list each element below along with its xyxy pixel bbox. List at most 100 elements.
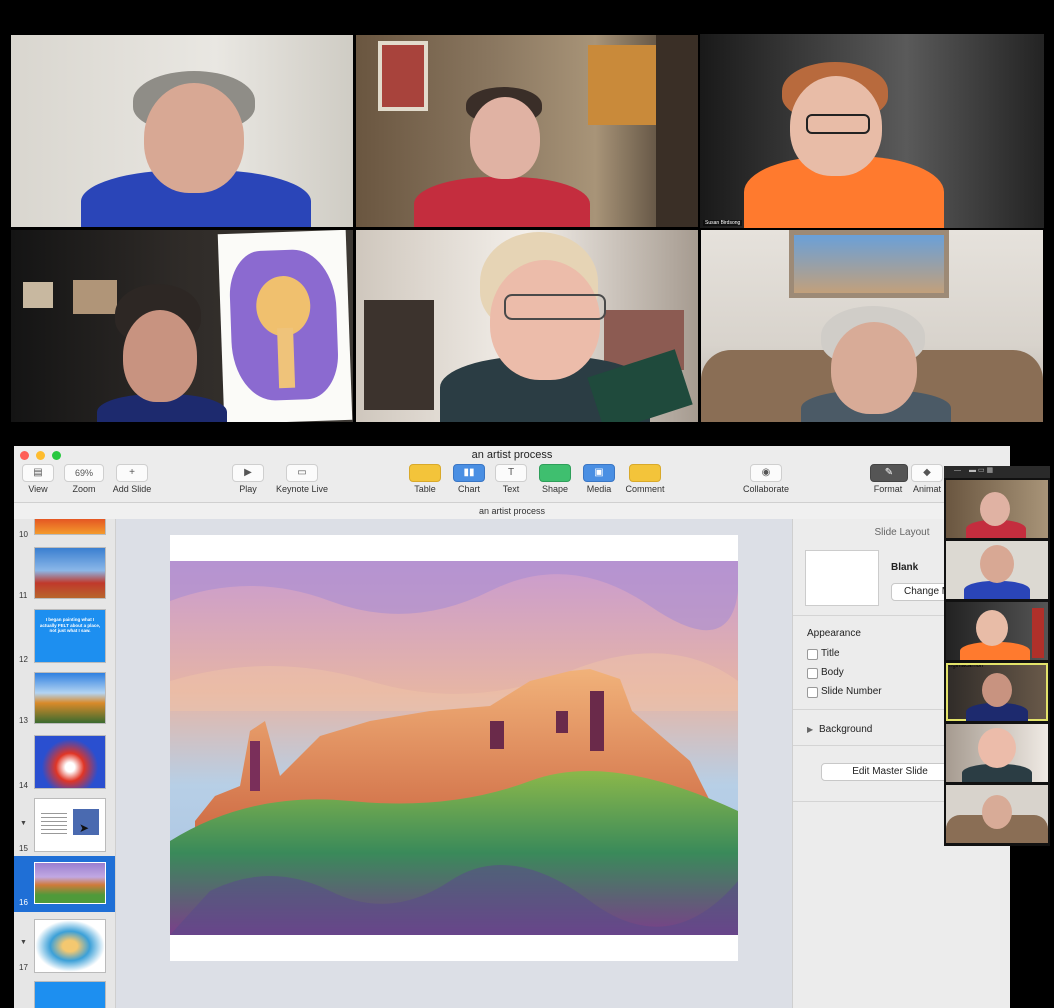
edit-master-slide-button[interactable]: Edit Master Slide bbox=[821, 763, 959, 781]
participant-face bbox=[470, 97, 540, 179]
slide-thumbnail bbox=[34, 672, 106, 724]
slide-thumbnail-row[interactable]: I began painting what I actually FELT ab… bbox=[14, 609, 115, 665]
slide-number: 16 bbox=[19, 898, 28, 907]
slide-thumbnail bbox=[34, 519, 106, 535]
appearance-heading: Appearance bbox=[807, 628, 861, 639]
slide-thumbnail-row[interactable]: 14 bbox=[14, 735, 115, 791]
format-button[interactable]: ✎ Format bbox=[870, 464, 908, 494]
slide-thumbnail: ➤ bbox=[34, 798, 106, 852]
slide-canvas[interactable] bbox=[116, 519, 792, 1008]
slide-thumbnail-text: I began painting what I actually FELT ab… bbox=[39, 617, 101, 633]
participant-name-label: virginiacarrion bbox=[946, 663, 984, 669]
keynote-live-button[interactable]: ▭ Keynote Live bbox=[272, 464, 332, 494]
slide-thumbnail-row-selected[interactable]: 16 bbox=[14, 856, 115, 912]
slide-number: 11 bbox=[19, 591, 28, 600]
shape-button[interactable]: Shape bbox=[536, 464, 574, 494]
keynote-window: an artist process ▤ View 69% Zoom + Add Sli… bbox=[14, 446, 1010, 1008]
slide-number: 13 bbox=[19, 716, 28, 725]
slide-number: 10 bbox=[19, 530, 28, 539]
participant-strip: — ▬ ▭ ▦ virginiacarrion bbox=[944, 466, 1050, 846]
disclosure-triangle-icon[interactable]: ▶ bbox=[807, 725, 813, 734]
slide-thumbnail-row[interactable]: ▼ ➤ 15 bbox=[14, 798, 115, 856]
view-icon: ▤ bbox=[22, 464, 54, 482]
text-button[interactable]: T Text bbox=[493, 464, 529, 494]
slide-thumbnail-row[interactable] bbox=[14, 981, 115, 1008]
add-slide-button[interactable]: + Add Slide bbox=[110, 464, 154, 494]
slide-number: 17 bbox=[19, 963, 28, 972]
zoom-value: 69% bbox=[64, 464, 104, 482]
wall-picture bbox=[378, 41, 428, 111]
video-tile-5[interactable] bbox=[356, 230, 698, 422]
toolbar: ▤ View 69% Zoom + Add Slide ▶ Play ▭ Keynote … bbox=[14, 464, 1010, 500]
slide-thumbnail bbox=[34, 981, 106, 1008]
collaborate-button[interactable]: ◉ Collaborate bbox=[736, 464, 796, 494]
master-slide-preview[interactable] bbox=[805, 550, 879, 606]
animate-button[interactable]: ◆ Animat bbox=[910, 464, 944, 494]
document-title-bar: an artist process bbox=[14, 502, 1010, 520]
animate-icon: ◆ bbox=[911, 464, 943, 482]
slide-navigator: 10 11 I began painting what I actually F… bbox=[14, 519, 116, 1008]
wall-artwork bbox=[23, 282, 53, 308]
eyeglasses bbox=[806, 114, 870, 134]
participant-face bbox=[123, 310, 197, 402]
strip-tile[interactable] bbox=[946, 602, 1048, 660]
video-tile-2[interactable] bbox=[356, 35, 698, 227]
body-checkbox[interactable] bbox=[807, 668, 818, 679]
chart-button[interactable]: ▮▮ Chart bbox=[450, 464, 488, 494]
participant-face bbox=[144, 83, 244, 193]
video-tile-4[interactable] bbox=[11, 230, 353, 422]
title-checkbox[interactable] bbox=[807, 649, 818, 660]
video-tile-active-speaker[interactable]: Susan Birdsong bbox=[700, 34, 1044, 228]
shape-icon bbox=[539, 464, 571, 482]
play-icon: ▶ bbox=[232, 464, 264, 482]
slide-thumbnail bbox=[34, 735, 106, 789]
keynote-live-icon: ▭ bbox=[286, 464, 318, 482]
strip-controls[interactable]: — ▬ ▭ ▦ bbox=[944, 466, 1050, 478]
video-tile-1[interactable] bbox=[11, 35, 353, 227]
current-slide[interactable] bbox=[170, 535, 738, 961]
zoom-menu[interactable]: 69% Zoom bbox=[64, 464, 104, 494]
view-button[interactable]: ▤ View bbox=[20, 464, 56, 494]
participant-name-label: Susan Birdsong bbox=[703, 220, 743, 226]
slide-thumbnail bbox=[34, 547, 106, 599]
strip-tile[interactable] bbox=[946, 480, 1048, 538]
text-icon: T bbox=[495, 464, 527, 482]
slide-thumbnail-row[interactable]: ▼ 17 bbox=[14, 919, 115, 975]
eyeglasses bbox=[504, 294, 606, 320]
strip-tile[interactable] bbox=[946, 785, 1048, 843]
slide-thumbnail-row[interactable]: 13 bbox=[14, 672, 115, 728]
collaborate-icon: ◉ bbox=[750, 464, 782, 482]
comment-button[interactable]: Comment bbox=[622, 464, 668, 494]
slide-number: 15 bbox=[19, 844, 28, 853]
strip-tile[interactable] bbox=[946, 724, 1048, 782]
strip-tile[interactable] bbox=[946, 541, 1048, 599]
wall-artwork bbox=[73, 280, 117, 314]
background-section[interactable]: Background bbox=[819, 724, 872, 735]
bookshelf bbox=[656, 35, 698, 227]
chart-icon: ▮▮ bbox=[453, 464, 485, 482]
slide-number: 14 bbox=[19, 781, 28, 790]
table-button[interactable]: Table bbox=[406, 464, 444, 494]
title-bar: an artist process bbox=[14, 446, 1010, 464]
media-button[interactable]: ▣ Media bbox=[580, 464, 618, 494]
video-tile-6[interactable] bbox=[701, 230, 1043, 422]
title-checkbox-label: Title bbox=[821, 648, 840, 659]
window-title[interactable]: an artist process bbox=[14, 449, 1010, 461]
media-icon: ▣ bbox=[583, 464, 615, 482]
held-painting bbox=[217, 230, 353, 422]
slide-thumbnail-row[interactable]: 10 bbox=[14, 519, 115, 541]
participant-body bbox=[414, 177, 590, 227]
slide-thumbnail-row[interactable]: 11 bbox=[14, 545, 115, 601]
disclosure-triangle-icon[interactable]: ▼ bbox=[20, 820, 27, 827]
participant-face bbox=[490, 260, 600, 380]
slide-number: 12 bbox=[19, 655, 28, 664]
slide-thumbnail: I began painting what I actually FELT ab… bbox=[34, 609, 106, 663]
plus-icon: + bbox=[116, 464, 148, 482]
play-button[interactable]: ▶ Play bbox=[230, 464, 266, 494]
slide-number-checkbox[interactable] bbox=[807, 687, 818, 698]
disclosure-triangle-icon[interactable]: ▼ bbox=[20, 939, 27, 946]
master-name: Blank bbox=[891, 562, 919, 573]
table-icon bbox=[409, 464, 441, 482]
strip-tile-active[interactable]: virginiacarrion bbox=[946, 663, 1048, 721]
comment-icon bbox=[629, 464, 661, 482]
